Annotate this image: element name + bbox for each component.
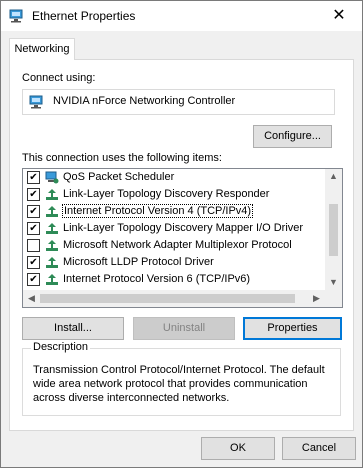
item-label: Internet Protocol Version 6 (TCP/IPv6) (63, 273, 251, 285)
protocol-icon (46, 240, 58, 251)
scroll-left-icon[interactable]: ◀ (23, 293, 40, 304)
protocol-icon (46, 223, 58, 234)
item-checkbox[interactable]: ✔ (27, 188, 40, 201)
title-bar: Ethernet Properties ✕ (1, 1, 362, 31)
list-item[interactable]: ✔ Internet Protocol Version 4 (TCP/IPv4) (23, 203, 323, 220)
item-checkbox[interactable]: ✔ (27, 171, 40, 184)
horizontal-scrollbar[interactable]: ◀ ▶ (23, 290, 325, 307)
item-checkbox[interactable]: ✔ (27, 273, 40, 286)
properties-button[interactable]: Properties (243, 317, 342, 340)
networking-panel: Connect using: NVIDIA nForce Networking … (9, 59, 354, 431)
item-checkbox[interactable]: ✔ (27, 222, 40, 235)
configure-button[interactable]: Configure... (253, 125, 332, 148)
description-title: Description (31, 341, 91, 353)
item-label: Microsoft Network Adapter Multiplexor Pr… (63, 239, 292, 251)
items-label: This connection uses the following items… (22, 152, 222, 164)
description-group: Description Transmission Control Protoco… (22, 341, 341, 416)
window-title: Ethernet Properties (32, 9, 136, 23)
scroll-up-icon[interactable]: ▲ (325, 171, 342, 181)
item-label: Link-Layer Topology Discovery Mapper I/O… (63, 222, 304, 234)
close-icon: ✕ (332, 7, 346, 24)
list-item[interactable]: ✔ QoS Packet Scheduler (23, 169, 323, 186)
adapter-name: NVIDIA nForce Networking Controller (53, 95, 236, 107)
vertical-scroll-thumb[interactable] (329, 204, 338, 256)
network-adapter-icon (29, 95, 43, 109)
protocol-icon (46, 257, 58, 268)
list-item[interactable]: ✔ Link-Layer Topology Discovery Mapper I… (23, 220, 323, 237)
item-label: QoS Packet Scheduler (63, 171, 175, 183)
protocol-icon (46, 189, 58, 200)
list-item[interactable]: ✔ Microsoft LLDP Protocol Driver (23, 254, 323, 271)
tab-networking[interactable]: Networking (9, 38, 75, 60)
uninstall-button[interactable]: Uninstall (133, 317, 235, 340)
item-checkbox[interactable]: ✔ (27, 205, 40, 218)
protocol-icon (46, 206, 58, 217)
qos-icon (45, 171, 59, 184)
item-label: Microsoft LLDP Protocol Driver (63, 256, 214, 268)
items-list[interactable]: ✔ QoS Packet Scheduler ✔ Link-Layer Topo… (22, 168, 343, 308)
item-checkbox[interactable]: ✔ (27, 256, 40, 269)
adapter-box: NVIDIA nForce Networking Controller (22, 89, 335, 115)
cancel-button[interactable]: Cancel (282, 437, 356, 460)
scroll-right-icon[interactable]: ▶ (308, 293, 325, 304)
list-item[interactable]: ✔ Internet Protocol Version 6 (TCP/IPv6) (23, 271, 323, 288)
description-text: Transmission Control Protocol/Internet P… (33, 364, 325, 404)
properties-dialog: Ethernet Properties ✕ Networking Connect… (0, 0, 363, 468)
install-button[interactable]: Install... (22, 317, 124, 340)
list-item[interactable]: Microsoft Network Adapter Multiplexor Pr… (23, 237, 323, 254)
vertical-scrollbar[interactable]: ▲ ▼ (325, 169, 342, 290)
horizontal-scroll-thumb[interactable] (40, 294, 295, 303)
close-button[interactable]: ✕ (316, 1, 362, 31)
item-label: Internet Protocol Version 4 (TCP/IPv4) (61, 204, 254, 218)
item-label: Link-Layer Topology Discovery Responder (63, 188, 270, 200)
connect-using-label: Connect using: (22, 72, 96, 84)
scrollbar-corner (325, 290, 342, 307)
scroll-down-icon[interactable]: ▼ (325, 277, 342, 287)
network-adapter-icon (9, 9, 23, 23)
list-item[interactable]: ✔ Link-Layer Topology Discovery Responde… (23, 186, 323, 203)
protocol-icon (46, 274, 58, 285)
item-checkbox[interactable] (27, 239, 40, 252)
ok-button[interactable]: OK (201, 437, 275, 460)
